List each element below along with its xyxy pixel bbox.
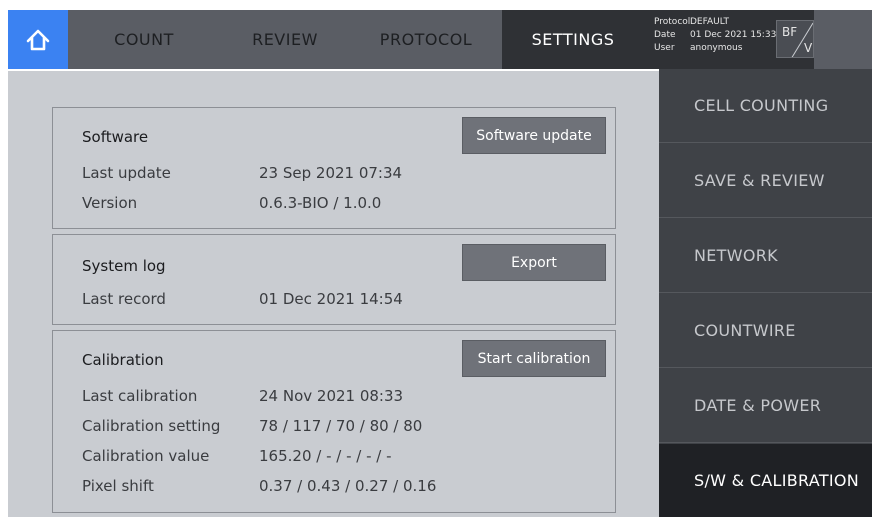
tab-review[interactable]: REVIEW <box>220 10 350 69</box>
sidebar-item-cell-counting[interactable]: CELL COUNTING <box>659 69 872 143</box>
settings-sidebar: CELL COUNTING SAVE & REVIEW NETWORK COUN… <box>659 69 872 517</box>
user-label: User <box>654 43 675 53</box>
home-button[interactable] <box>8 10 68 69</box>
top-navigation-bar: COUNT REVIEW PROTOCOL SETTINGS Protocol … <box>8 10 872 69</box>
last-calibration-value: 24 Nov 2021 08:33 <box>259 387 404 405</box>
version-label: Version <box>82 194 138 212</box>
sidebar-item-date-power[interactable]: DATE & POWER <box>659 369 872 443</box>
system-log-title: System log <box>82 257 166 275</box>
pixel-shift-label: Pixel shift <box>82 477 154 495</box>
software-update-button[interactable]: Software update <box>462 117 606 154</box>
content-top-divider <box>8 69 659 71</box>
tab-protocol[interactable]: PROTOCOL <box>350 10 502 69</box>
tab-settings[interactable]: SETTINGS <box>502 10 644 69</box>
version-value: 0.6.3-BIO / 1.0.0 <box>259 194 382 212</box>
mode-v-label: V <box>804 41 813 55</box>
status-info-panel: Protocol DEFAULT Date 01 Dec 2021 15:33 … <box>644 10 814 69</box>
last-record-label: Last record <box>82 290 166 308</box>
imaging-mode-toggle[interactable]: BF V <box>776 20 814 58</box>
last-update-value: 23 Sep 2021 07:34 <box>259 164 403 182</box>
settings-content-area: Software Software update Last update 23 … <box>8 69 659 517</box>
calibration-setting-label: Calibration setting <box>82 417 221 435</box>
last-calibration-label: Last calibration <box>82 387 198 405</box>
sidebar-item-countwire[interactable]: COUNTWIRE <box>659 294 872 368</box>
sidebar-item-network[interactable]: NETWORK <box>659 219 872 293</box>
protocol-value: DEFAULT <box>690 17 729 27</box>
pixel-shift-value: 0.37 / 0.43 / 0.27 / 0.16 <box>259 477 437 495</box>
last-record-value: 01 Dec 2021 14:54 <box>259 290 403 308</box>
date-value: 01 Dec 2021 15:33 <box>690 30 777 40</box>
mode-bf-label: BF <box>782 25 798 39</box>
protocol-label: Protocol <box>654 17 691 27</box>
calibration-panel: Calibration Start calibration Last calib… <box>52 330 616 513</box>
software-title: Software <box>82 128 149 146</box>
user-value: anonymous <box>690 43 743 53</box>
calibration-value-value: 165.20 / - / - / - / - <box>259 447 392 465</box>
export-button[interactable]: Export <box>462 244 606 281</box>
sidebar-item-save-review[interactable]: SAVE & REVIEW <box>659 144 872 218</box>
calibration-value-label: Calibration value <box>82 447 210 465</box>
calibration-title: Calibration <box>82 351 164 369</box>
calibration-setting-value: 78 / 117 / 70 / 80 / 80 <box>259 417 423 435</box>
home-icon <box>26 29 50 50</box>
tab-count[interactable]: COUNT <box>68 10 220 69</box>
start-calibration-button[interactable]: Start calibration <box>462 340 606 377</box>
software-panel: Software Software update Last update 23 … <box>52 107 616 229</box>
system-log-panel: System log Export Last record 01 Dec 202… <box>52 234 616 325</box>
status-info-grid: Protocol DEFAULT Date 01 Dec 2021 15:33 … <box>654 16 790 55</box>
date-label: Date <box>654 30 676 40</box>
sidebar-item-sw-calibration[interactable]: S/W & CALIBRATION <box>659 444 872 517</box>
last-update-label: Last update <box>82 164 171 182</box>
